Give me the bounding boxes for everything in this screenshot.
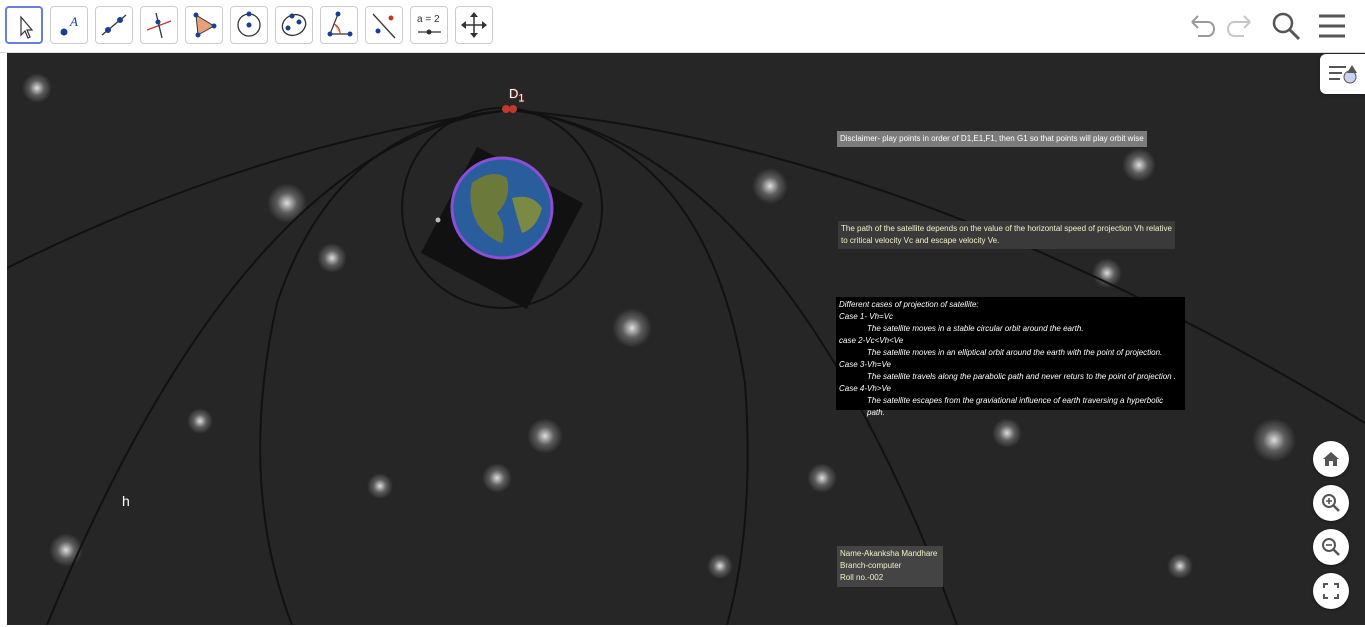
small-point (435, 217, 441, 223)
style-bar-icon (1329, 65, 1357, 84)
move-view-tool-button[interactable] (455, 6, 493, 44)
home-button[interactable] (1313, 441, 1349, 477)
case-1: Case 1- Vh=Vc (839, 312, 894, 321)
point-d1 (502, 105, 510, 113)
move-tool-button[interactable] (5, 6, 43, 44)
circle-icon (237, 11, 261, 37)
conic-tool-button[interactable] (275, 6, 313, 44)
search-icon (1272, 12, 1301, 41)
point-label: D1 (509, 86, 524, 105)
case-2-desc: The satellite moves in an elliptical orb… (867, 348, 1163, 357)
angle-tool-button[interactable] (320, 6, 358, 44)
ellipse-icon (281, 13, 307, 37)
zoom-out-button[interactable] (1313, 529, 1349, 565)
arrow-cursor-icon (20, 15, 34, 39)
zoom-in-icon (1322, 494, 1340, 512)
polygon-tool-button[interactable] (185, 6, 223, 44)
reflect-icon (372, 13, 396, 39)
redo-button[interactable] (1222, 8, 1258, 44)
point-tool-button[interactable]: A (50, 6, 88, 44)
case-4: Case 4-Vh>Ve (839, 384, 891, 393)
menu-button[interactable] (1314, 8, 1350, 44)
path-explanation: The path of the satellite depends on the… (838, 221, 1175, 249)
author-name: Name-Akanksha Mandhare (840, 549, 938, 558)
polygon-icon (193, 12, 217, 38)
slider-tool-button[interactable]: a = 2 (410, 6, 448, 44)
case-4-desc: The satellite escapes from the graviatio… (867, 396, 1164, 417)
point-e1 (509, 105, 517, 113)
zoom-out-icon (1322, 538, 1340, 556)
perpendicular-icon (146, 12, 172, 39)
search-button[interactable] (1268, 8, 1304, 44)
line-icon (101, 14, 127, 36)
point-icon: A (60, 14, 78, 36)
home-icon (1323, 452, 1339, 466)
disclaimer-text: Disclaimer- play points in order of D1,E… (837, 131, 1147, 147)
undo-icon (1191, 15, 1215, 37)
redo-icon (1227, 15, 1251, 37)
case-3: Case 3-Vh=Ve (839, 360, 891, 369)
reflect-tool-button[interactable] (365, 6, 403, 44)
line-tool-button[interactable] (95, 6, 133, 44)
slider-icon (418, 29, 441, 35)
move-arrows-icon (461, 12, 487, 38)
path-text-line1: The path of the satellite depends on the… (841, 224, 1172, 233)
toolbar: A a = 2 (0, 0, 1365, 53)
point-label-sub: 1 (518, 92, 525, 105)
cases-title: Different cases of projection of satelli… (839, 300, 979, 309)
slider-h-label: h (122, 493, 130, 509)
angle-icon (327, 11, 353, 37)
author-branch: Branch-computer (840, 561, 902, 570)
circle-tool-button[interactable] (230, 6, 268, 44)
point-label-text: D (509, 86, 519, 101)
author-info: Name-Akanksha Mandhare Branch-computer R… (837, 546, 943, 587)
case-3-desc: The satellite travels along the paraboli… (867, 372, 1177, 381)
svg-text:A: A (69, 14, 78, 29)
style-bar-toggle[interactable] (1320, 54, 1365, 94)
case-1-desc: The satellite moves in a stable circular… (867, 324, 1084, 333)
perpendicular-line-tool-button[interactable] (140, 6, 178, 44)
undo-button[interactable] (1184, 8, 1220, 44)
zoom-in-button[interactable] (1313, 485, 1349, 521)
author-roll: Roll no.-002 (840, 573, 884, 582)
fullscreen-icon (1323, 583, 1339, 599)
path-text-line2: to critical velocity Vc and escape veloc… (841, 236, 1000, 245)
graphics-view[interactable]: D1 h Disclaimer- play points in order of… (7, 53, 1365, 625)
menu-icon (1319, 14, 1345, 38)
cases-text: Different cases of projection of satelli… (836, 297, 1185, 417)
fullscreen-button[interactable] (1313, 573, 1349, 609)
case-2: case 2-Vc<Vh<Ve (839, 336, 904, 345)
